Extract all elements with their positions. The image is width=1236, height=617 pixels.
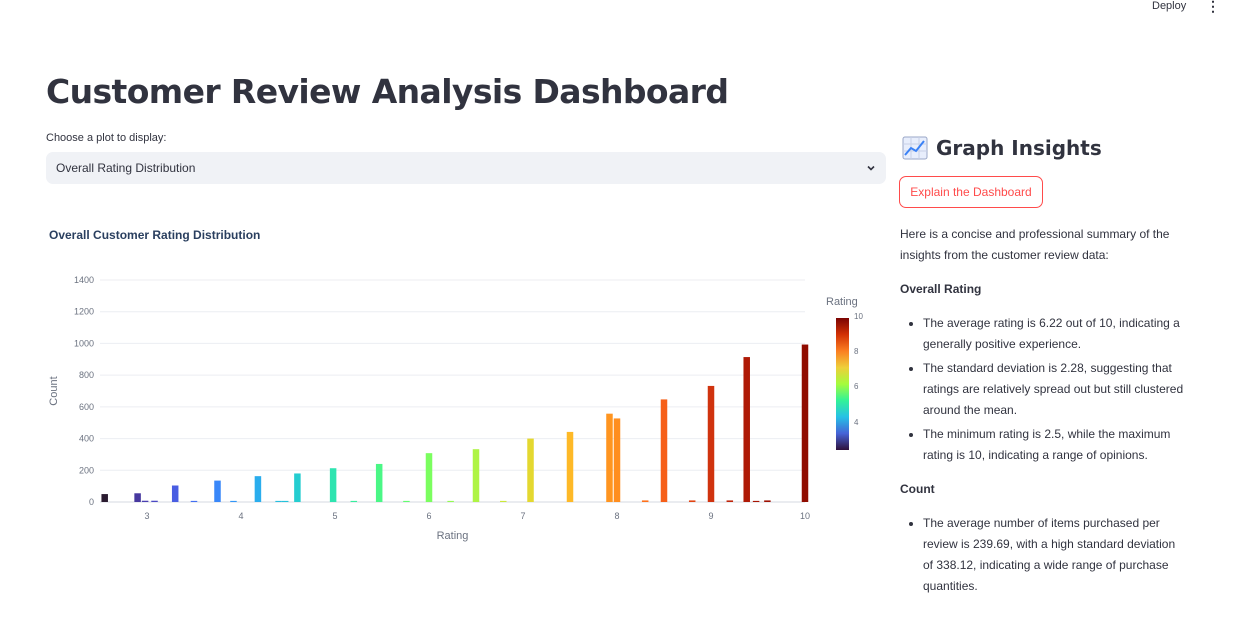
- chart-title: Overall Customer Rating Distribution: [49, 228, 261, 242]
- chart-bar: [350, 500, 358, 502]
- chart-bar: [101, 494, 108, 502]
- chart-bar: [134, 493, 141, 502]
- deploy-button[interactable]: Deploy: [1152, 0, 1186, 13]
- list-item: The average number of items purchased pe…: [923, 513, 1185, 597]
- y-tick-label: 600: [79, 402, 94, 412]
- plot-select-label: Choose a plot to display:: [46, 132, 167, 144]
- insights-summary: Here is a concise and professional summa…: [900, 224, 1185, 600]
- y-tick-label: 200: [79, 465, 94, 475]
- section-heading: Count: [900, 482, 935, 496]
- chart-bar: [606, 413, 613, 502]
- chart-bar: [329, 468, 337, 502]
- bullet-list: The average rating is 6.22 out of 10, in…: [900, 313, 1185, 466]
- rating-bar-chart: 0 200 400 600 800 1000 1200 1400 3 4 5 6 7 8 9 10 Rating…: [48, 275, 810, 542]
- chart-bar: [641, 500, 649, 502]
- chart-bar: [447, 500, 454, 502]
- x-tick-label: 3: [144, 511, 149, 521]
- x-tick-label: 5: [332, 511, 337, 521]
- x-tick-label: 6: [426, 511, 431, 521]
- chart-bar: [707, 385, 715, 502]
- list-item: The minimum rating is 2.5, while the max…: [923, 424, 1185, 466]
- y-tick-label: 800: [79, 370, 94, 380]
- chart-bar: [472, 449, 480, 502]
- plot-select-value: Overall Rating Distribution: [56, 161, 196, 175]
- insights-title: Graph Insights: [936, 136, 1102, 160]
- legend-tick-label: 8: [854, 347, 859, 357]
- y-tick-label: 1200: [74, 307, 94, 317]
- y-axis-title: Count: [48, 376, 60, 405]
- chart-bar: [752, 500, 760, 502]
- chart-bar: [230, 500, 237, 502]
- section-heading: Overall Rating: [900, 282, 982, 296]
- list-item: The standard deviation is 2.28, suggesti…: [923, 358, 1185, 421]
- x-tick-label: 9: [708, 511, 713, 521]
- top-bar: Deploy ⋮: [0, 0, 1236, 20]
- page-title: Customer Review Analysis Dashboard: [46, 72, 729, 111]
- y-tick-label: 400: [79, 434, 94, 444]
- explain-dashboard-button[interactable]: Explain the Dashboard: [899, 176, 1043, 208]
- insights-header: Graph Insights: [902, 136, 1102, 160]
- chart-bar: [403, 500, 410, 502]
- y-tick-label: 0: [89, 497, 94, 507]
- chevron-down-icon: [867, 165, 875, 171]
- chart-bar: [613, 418, 621, 502]
- chart-bar: [688, 500, 696, 502]
- chart-bar: [171, 485, 179, 502]
- chart-bar: [275, 500, 282, 502]
- chart-bar: [281, 500, 289, 502]
- x-tick-label: 8: [614, 511, 619, 521]
- legend-colorbar: [836, 318, 849, 450]
- insights-intro: Here is a concise and professional summa…: [900, 227, 1170, 262]
- y-tick-label: 1400: [74, 275, 94, 285]
- x-tick-label: 7: [520, 511, 525, 521]
- x-tick-label: 10: [800, 511, 810, 521]
- chart-bar: [214, 480, 221, 502]
- chart-bar: [527, 438, 534, 502]
- chart-bar: [500, 500, 507, 502]
- legend-tick-label: 4: [854, 417, 859, 427]
- legend-tick-label: 6: [854, 382, 859, 392]
- plot-select[interactable]: Overall Rating Distribution: [46, 152, 886, 184]
- vertical-dots-icon[interactable]: ⋮: [1206, 0, 1220, 14]
- chart-bar: [660, 399, 668, 502]
- chart-increasing-icon: [902, 136, 928, 160]
- chart-bar: [141, 500, 149, 502]
- y-tick-label: 1000: [74, 338, 94, 348]
- chart-bar: [294, 473, 301, 502]
- chart-bar: [425, 453, 433, 502]
- color-legend: Rating 10 8 6 4: [826, 296, 863, 450]
- chart-bar: [726, 500, 734, 502]
- chart-bar: [254, 476, 262, 502]
- list-item: The average rating is 6.22 out of 10, in…: [923, 313, 1185, 355]
- chart-bar: [151, 500, 158, 502]
- chart-bar: [743, 357, 750, 502]
- chart-bar: [190, 500, 198, 502]
- chart-bar: [801, 344, 809, 502]
- legend-tick-label: 10: [854, 312, 863, 321]
- chart-bar: [566, 431, 574, 502]
- chart-bar: [764, 500, 771, 502]
- legend-title: Rating: [826, 296, 858, 308]
- chart-bar: [375, 463, 383, 502]
- bullet-list: The average number of items purchased pe…: [900, 513, 1185, 597]
- x-axis-title: Rating: [437, 530, 469, 542]
- x-tick-label: 4: [238, 511, 243, 521]
